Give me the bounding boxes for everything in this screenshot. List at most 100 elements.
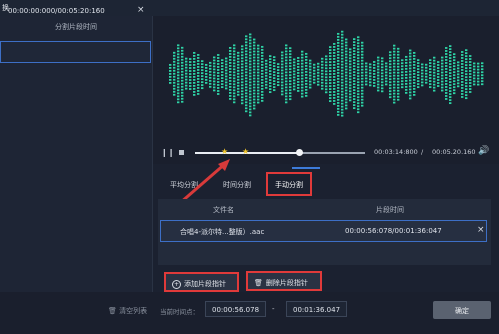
waveform-bar: [281, 57, 284, 60]
delete-segment-button[interactable]: 🗑 删除片段指针: [246, 271, 322, 291]
waveform-bar: [333, 55, 336, 57]
waveform-bar: [293, 82, 296, 85]
waveform-bar: [345, 68, 348, 71]
waveform-bar: [345, 44, 348, 47]
waveform-bar: [413, 75, 416, 78]
waveform-bar: [353, 101, 356, 104]
waveform-bar: [425, 75, 428, 78]
waveform-bar: [341, 39, 344, 42]
progress-knob[interactable]: [296, 149, 303, 156]
tab-active-indicator: [292, 167, 320, 169]
tab-manual-split[interactable]: 手动分割: [266, 172, 312, 196]
waveform-bar: [285, 80, 288, 83]
waveform-bar: [473, 80, 476, 83]
waveform-bar: [197, 54, 200, 56]
waveform-bar: [381, 84, 384, 87]
confirm-button[interactable]: 确定: [433, 301, 491, 319]
waveform-bar: [349, 81, 352, 84]
waveform-bar: [249, 60, 252, 63]
waveform-bar: [353, 107, 356, 110]
end-time-input[interactable]: 00:01:36.047: [286, 301, 347, 317]
waveform-bar: [353, 89, 356, 92]
waveform-bar: [269, 58, 272, 61]
waveform-bar: [357, 48, 360, 51]
waveform-bar: [225, 60, 228, 63]
waveform-bar: [397, 62, 400, 65]
waveform-bar: [465, 82, 468, 85]
waveform-bar: [361, 83, 364, 86]
waveform-bar: [329, 46, 332, 49]
waveform-bar: [189, 67, 192, 69]
waveform-bar: [305, 76, 308, 79]
waveform-bar: [221, 80, 224, 83]
waveform-bar: [173, 51, 176, 54]
waveform-bar: [469, 67, 472, 69]
waveform-bar: [461, 81, 464, 83]
waveform-bar: [309, 83, 312, 86]
waveform-bar: [229, 62, 232, 64]
waveform-bar: [225, 57, 228, 60]
waveform-bar: [329, 70, 332, 73]
waveform-bar: [333, 79, 336, 81]
waveform-bar: [237, 69, 240, 72]
waveform-bar: [393, 80, 396, 83]
waveform-bar: [265, 65, 268, 68]
waveform-bar: [449, 96, 452, 99]
volume-icon[interactable]: 🔊: [478, 146, 489, 156]
waveform-bar: [393, 53, 396, 56]
waveform-bar: [333, 88, 336, 90]
waveform-bar: [441, 56, 444, 59]
waveform-bar: [325, 67, 328, 70]
waveform-bar: [389, 90, 392, 93]
waveform-bar: [445, 59, 448, 61]
waveform-bar: [465, 91, 468, 94]
waveform-bar: [401, 65, 404, 68]
waveform-bar: [185, 81, 188, 84]
waveform-bar: [277, 66, 280, 68]
clear-list-button[interactable]: 🗑 清空列表: [108, 306, 147, 316]
waveform-bar: [405, 58, 408, 61]
add-segment-button[interactable]: + 添加片段指针: [164, 272, 239, 292]
waveform-bar: [353, 83, 356, 86]
waveform-bar: [389, 84, 392, 87]
waveform-bar: [429, 65, 432, 68]
waveform-bar: [373, 73, 376, 75]
waveform-bar: [265, 77, 268, 80]
waveform-bar: [205, 81, 208, 84]
waveform-bar: [197, 81, 200, 83]
waveform-bar: [297, 87, 300, 89]
segment-list-item[interactable]: [0, 41, 151, 63]
close-icon[interactable]: ×: [477, 225, 485, 235]
waveform-bar: [193, 66, 196, 69]
waveform-bar: [337, 95, 340, 98]
waveform-bar: [285, 65, 288, 68]
waveform-bar: [261, 48, 264, 51]
waveform-bar: [445, 89, 448, 91]
waveform-bar: [413, 54, 416, 57]
waveform-bar: [413, 84, 416, 87]
waveform-bar: [221, 68, 224, 71]
start-time-input[interactable]: 00:00:56.078: [205, 301, 266, 317]
waveform-bar: [233, 59, 236, 62]
waveform-bar: [245, 47, 248, 50]
close-icon[interactable]: ×: [137, 5, 145, 15]
waveform-bar: [185, 66, 188, 69]
waveform-bar: [477, 68, 480, 71]
waveform-bar: [445, 53, 448, 55]
waveform-bar: [461, 75, 464, 77]
waveform-bar: [393, 59, 396, 62]
waveform-bar: [257, 77, 260, 80]
segment-marker-icon[interactable]: ★: [242, 148, 249, 156]
waveform-bar: [177, 83, 180, 86]
waveform-bar: [225, 75, 228, 78]
waveform-bar: [265, 59, 268, 62]
waveform-bar: [405, 67, 408, 70]
waveform-bar: [181, 85, 184, 88]
waveform-bar: [241, 54, 244, 57]
waveform-bar: [365, 65, 368, 68]
waveform-bar: [213, 74, 216, 77]
waveform-bar: [429, 77, 432, 80]
waveform-bar: [193, 93, 196, 96]
waveform-bar: [349, 63, 352, 66]
waveform-bar: [397, 89, 400, 92]
